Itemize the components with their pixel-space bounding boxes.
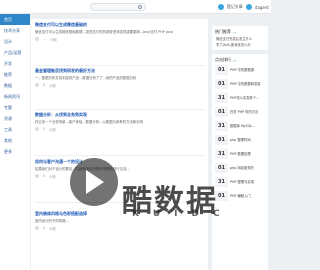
recommend-widget: 热门推荐 ›› 微信支付完成后发生什么 学了JAVA,那我该怎么办 bbox=[212, 26, 268, 50]
post-meta: 0 小明 bbox=[35, 226, 205, 231]
post-excerpt: 一、数据分析并找到高的产品...数据分析了了...我的产品的数据分析 bbox=[35, 76, 137, 80]
post-title[interactable]: 微信支付可以生成微信基础的 bbox=[35, 22, 205, 28]
post-views: 0 bbox=[43, 127, 46, 131]
search-icon[interactable] bbox=[138, 5, 142, 9]
post-title[interactable]: 数据分析：从找到业务到实现 bbox=[35, 112, 205, 118]
rank-row[interactable]: 31 PHP 整理与实现 bbox=[215, 176, 267, 188]
post-author[interactable]: 小明 bbox=[49, 83, 55, 88]
list-item[interactable]: 基金管理能否找到研发的最好方法 一、数据分析并找到高的产品...数据分析了了..… bbox=[35, 68, 205, 110]
nav-item[interactable]: 新闻资讯 bbox=[0, 91, 30, 102]
post-author[interactable]: 小明 bbox=[50, 37, 56, 42]
recommend-title-text: 热门推荐 bbox=[215, 29, 231, 34]
rank-row[interactable]: 31 PHP怎么实现多个... bbox=[215, 92, 267, 104]
ranking-title: 点击排行 ›› bbox=[212, 54, 268, 63]
rank-row[interactable]: 31 PHP 数据处理 bbox=[215, 148, 267, 160]
nav-item[interactable]: 推荐 bbox=[0, 69, 30, 80]
top-bar: 登记文章 itagent bbox=[0, 0, 271, 14]
rank-row[interactable]: 01 PHP 中的数据和变量 bbox=[215, 78, 267, 90]
rank-title[interactable]: 数据库 MySQL... bbox=[230, 124, 266, 128]
rank-row[interactable]: 01 PHP 编程入门 bbox=[215, 190, 267, 202]
rank-row[interactable]: 01 在学 PHP 时的方法 bbox=[215, 106, 267, 118]
rank-title[interactable]: php 整理时间 bbox=[230, 138, 266, 142]
rank-title[interactable]: PHP 整理与实现 bbox=[230, 180, 266, 184]
article-list: 微信支付可以生成微信基础的 微信支付可以生成微信基础数据...发现支付时的调查是… bbox=[31, 19, 208, 270]
chevron-right-icon: ›› bbox=[233, 57, 237, 63]
nav-item[interactable]: 数据 bbox=[0, 80, 30, 91]
rank-title[interactable]: PHP 中的数据源 bbox=[230, 68, 266, 72]
rank-number: 01 bbox=[215, 135, 228, 145]
nav-item[interactable]: 设计 bbox=[0, 36, 30, 47]
write-link[interactable]: 登记文章 bbox=[227, 4, 243, 10]
post-views: ... bbox=[43, 37, 47, 41]
nav-item[interactable]: 开发 bbox=[0, 58, 30, 69]
rank-number: 01 bbox=[215, 65, 228, 75]
play-icon bbox=[86, 170, 104, 194]
rank-row[interactable]: 01 php 网站相关的 bbox=[215, 162, 267, 174]
rank-row[interactable]: 01 php 整理时间 bbox=[215, 134, 267, 146]
avatar-icon bbox=[35, 174, 39, 178]
post-excerpt: 如果我们对于设计的看法...与其他设计内的行内规范进行交流... bbox=[35, 167, 205, 172]
rank-title[interactable]: php 网站相关的 bbox=[230, 166, 266, 170]
rank-row[interactable]: 01 PHP 中的数据源 bbox=[215, 64, 267, 76]
nav-item[interactable]: 产品/运营 bbox=[0, 47, 30, 58]
ranking-widget: 点击排行 ›› 01 PHP 中的数据源 01 PHP 中的数据和变量 31 P… bbox=[212, 54, 268, 270]
ranking-title-text: 点击排行 bbox=[215, 57, 231, 62]
recommend-title: 热门推荐 ›› bbox=[212, 26, 268, 35]
post-title[interactable]: 基金管理能否找到研发的最好方法 bbox=[35, 68, 205, 74]
rank-title[interactable]: PHP 编程入门 bbox=[230, 194, 266, 198]
nav-item-home[interactable]: 首页 bbox=[0, 14, 30, 25]
rank-number: 01 bbox=[215, 163, 228, 173]
nav-item[interactable]: 更多 bbox=[0, 146, 30, 157]
nav-item[interactable]: 其他 bbox=[0, 135, 30, 146]
rank-title[interactable]: PHP 中的数据和变量 bbox=[230, 82, 266, 86]
left-nav: 首页 技术分享 设计 产品/运营 开发 推荐 数据 新闻资讯 专题 资源 工具 … bbox=[0, 14, 30, 270]
rank-title[interactable]: PHP怎么实现多个... bbox=[230, 96, 266, 100]
rank-number: 01 bbox=[215, 79, 228, 89]
chevron-right-icon: ›› bbox=[233, 29, 237, 35]
nav-item[interactable]: 工具 bbox=[0, 124, 30, 135]
post-author[interactable]: 小明 bbox=[49, 226, 55, 231]
user-name[interactable]: itagent bbox=[255, 5, 269, 10]
post-meta: 0 小明 bbox=[35, 83, 205, 88]
watermark-letters: KUIDC bbox=[132, 209, 234, 219]
rank-title[interactable]: PHP 数据处理 bbox=[230, 152, 266, 156]
rank-number: 31 bbox=[215, 121, 228, 131]
rank-number: 31 bbox=[215, 93, 228, 103]
list-item[interactable]: 微信支付可以生成微信基础的 微信支付可以生成微信基础数据...发现支付时的调查是… bbox=[35, 22, 205, 66]
recommend-item[interactable]: 微信支付完成后发生什么 bbox=[216, 36, 266, 41]
post-views: 0 bbox=[43, 174, 46, 178]
avatar-icon bbox=[35, 127, 39, 131]
search-input[interactable] bbox=[90, 3, 146, 11]
rank-row[interactable]: 31 数据库 MySQL... bbox=[215, 120, 267, 132]
rank-number: 01 bbox=[215, 107, 228, 117]
post-meta: ... 小明 bbox=[35, 37, 205, 42]
user-area: 登记文章 itagent bbox=[217, 4, 269, 10]
post-author[interactable]: 小明 bbox=[49, 127, 55, 132]
nav-item[interactable]: 技术分享 bbox=[0, 25, 30, 36]
nav-item[interactable]: 资源 bbox=[0, 113, 30, 124]
post-title[interactable]: 如何与客户沟通一个的设计 bbox=[35, 159, 205, 165]
rank-number: 31 bbox=[215, 149, 228, 159]
post-excerpt: 在业务一个业务场景...客户体验...数据分析...以数据为参考的方法和实例 bbox=[35, 120, 144, 124]
nav-item[interactable]: 专题 bbox=[0, 102, 30, 113]
post-views: 0 bbox=[43, 83, 46, 87]
avatar-icon bbox=[35, 37, 39, 41]
post-author[interactable]: 小明 bbox=[49, 174, 55, 179]
avatar-icon bbox=[35, 226, 39, 230]
post-views: 0 bbox=[43, 226, 46, 230]
list-item[interactable]: 数据分析：从找到业务到实现 在业务一个业务场景...客户体验...数据分析...… bbox=[35, 112, 205, 156]
post-meta: 0 小明 bbox=[35, 127, 205, 132]
post-excerpt: 微信支付可以生成微信基础数据...发现支付时的调查是请发现重要更新...Java… bbox=[35, 30, 174, 34]
avatar-icon bbox=[35, 83, 39, 87]
recommend-item[interactable]: 学了JAVA,那我该怎么办 bbox=[216, 42, 266, 47]
rank-title[interactable]: 在学 PHP 时的方法 bbox=[230, 110, 266, 114]
avatar[interactable] bbox=[217, 4, 224, 10]
user-avatar[interactable] bbox=[245, 4, 252, 10]
